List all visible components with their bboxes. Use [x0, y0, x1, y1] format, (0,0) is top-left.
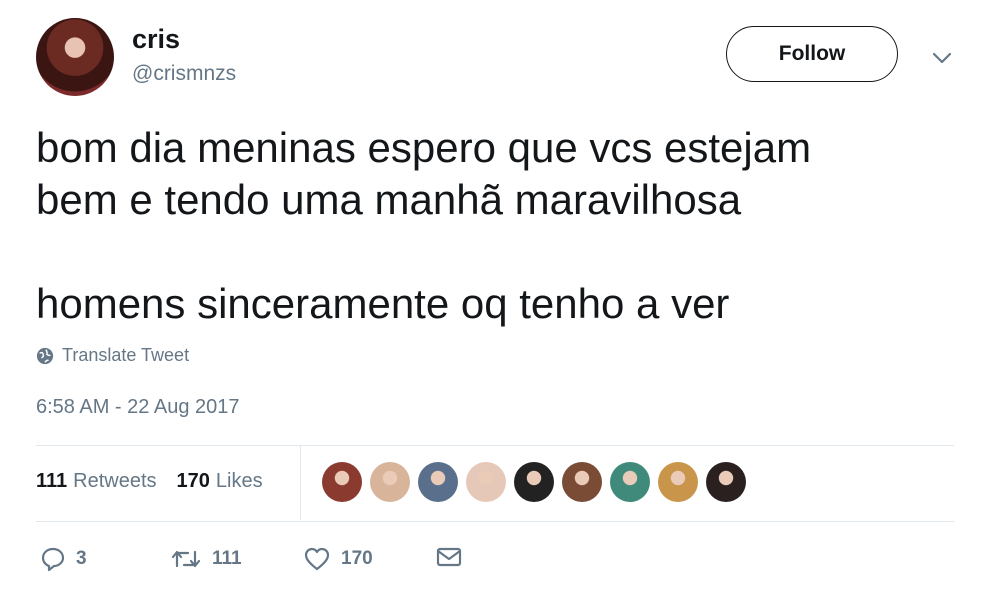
- liker-avatar[interactable]: [610, 462, 650, 502]
- retweets-count: 111: [36, 470, 68, 492]
- reply-icon: [41, 547, 65, 572]
- liker-avatar[interactable]: [466, 462, 506, 502]
- likes-stat[interactable]: 170 Likes: [177, 470, 263, 493]
- direct-message-button[interactable]: [436, 546, 472, 568]
- heart-icon: [304, 547, 330, 571]
- retweets-stat[interactable]: 111 Retweets: [36, 470, 157, 493]
- like-count: 170: [341, 548, 373, 569]
- liker-avatar[interactable]: [706, 462, 746, 502]
- retweets-label: Retweets: [73, 470, 157, 492]
- liker-avatar[interactable]: [370, 462, 410, 502]
- liker-avatar[interactable]: [322, 462, 362, 502]
- stats-separator: [300, 446, 301, 520]
- liker-avatar[interactable]: [418, 462, 458, 502]
- retweet-icon: [171, 550, 201, 568]
- like-button[interactable]: 170: [303, 546, 373, 572]
- avatar[interactable]: [36, 18, 114, 96]
- reply-count: 3: [76, 548, 87, 569]
- chevron-down-icon[interactable]: [930, 46, 954, 70]
- translate-tweet-link[interactable]: Translate Tweet: [36, 345, 189, 366]
- liker-avatar[interactable]: [658, 462, 698, 502]
- tweet-text: bom dia meninas espero que vcs estejam b…: [36, 124, 812, 327]
- tweet-stats: 111 Retweets 170 Likes: [36, 470, 263, 493]
- user-handle[interactable]: @crismnzs: [132, 62, 236, 86]
- liker-avatar[interactable]: [514, 462, 554, 502]
- divider: [36, 521, 954, 522]
- retweet-count: 111: [212, 548, 242, 569]
- follow-button[interactable]: Follow: [726, 26, 898, 82]
- likes-count: 170: [176, 470, 210, 492]
- translate-label[interactable]: Translate Tweet: [62, 345, 189, 366]
- retweet-button[interactable]: 111: [170, 546, 242, 572]
- divider: [36, 445, 954, 446]
- reply-button[interactable]: 3: [40, 546, 87, 572]
- globe-icon: [36, 347, 54, 364]
- likes-label: Likes: [215, 470, 263, 492]
- user-name[interactable]: cris: [132, 24, 180, 55]
- envelope-icon: [436, 547, 462, 567]
- tweet-timestamp[interactable]: 6:58 AM - 22 Aug 2017: [36, 396, 240, 419]
- liker-avatar[interactable]: [562, 462, 602, 502]
- liker-avatars: [322, 462, 746, 502]
